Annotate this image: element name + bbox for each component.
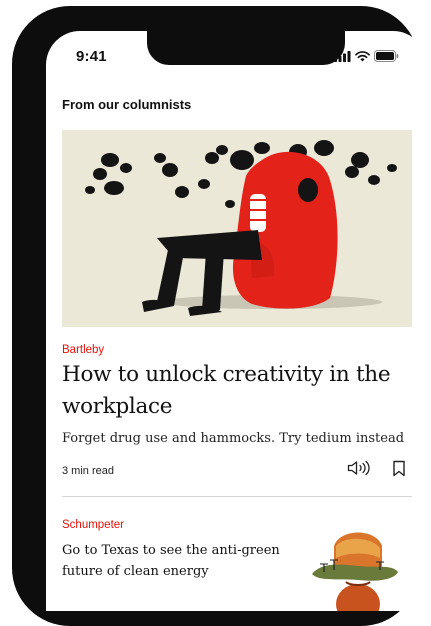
featured-illustration[interactable] [62, 130, 412, 327]
read-time: 3 min read [62, 465, 114, 477]
article-kicker[interactable]: Bartleby [62, 344, 104, 356]
battery-icon [374, 50, 399, 62]
phone-frame: 9:41 From our columnists Bartleby How to… [12, 6, 427, 626]
article-kicker-2[interactable]: Schumpeter [62, 519, 124, 531]
device-notch [147, 31, 345, 65]
article-divider [62, 496, 412, 497]
app-screen: 9:41 From our columnists Bartleby How to… [46, 31, 427, 611]
bookmark-icon [392, 460, 406, 481]
article-headline-2[interactable]: Go to Texas to see the anti-green future… [62, 540, 282, 582]
speaker-icon [347, 460, 371, 480]
wifi-icon [355, 50, 370, 62]
article-thumbnail-2[interactable] [310, 524, 400, 611]
status-time: 9:41 [76, 48, 107, 65]
listen-button[interactable] [347, 460, 371, 481]
article-headline[interactable]: How to unlock creativity in the workplac… [62, 359, 407, 423]
article-standfirst: Forget drug use and hammocks. Try tedium… [62, 431, 405, 446]
bookmark-button[interactable] [392, 460, 406, 482]
cellular-signal-icon [334, 50, 351, 62]
section-title: From our columnists [62, 97, 192, 112]
status-icons [334, 50, 399, 62]
